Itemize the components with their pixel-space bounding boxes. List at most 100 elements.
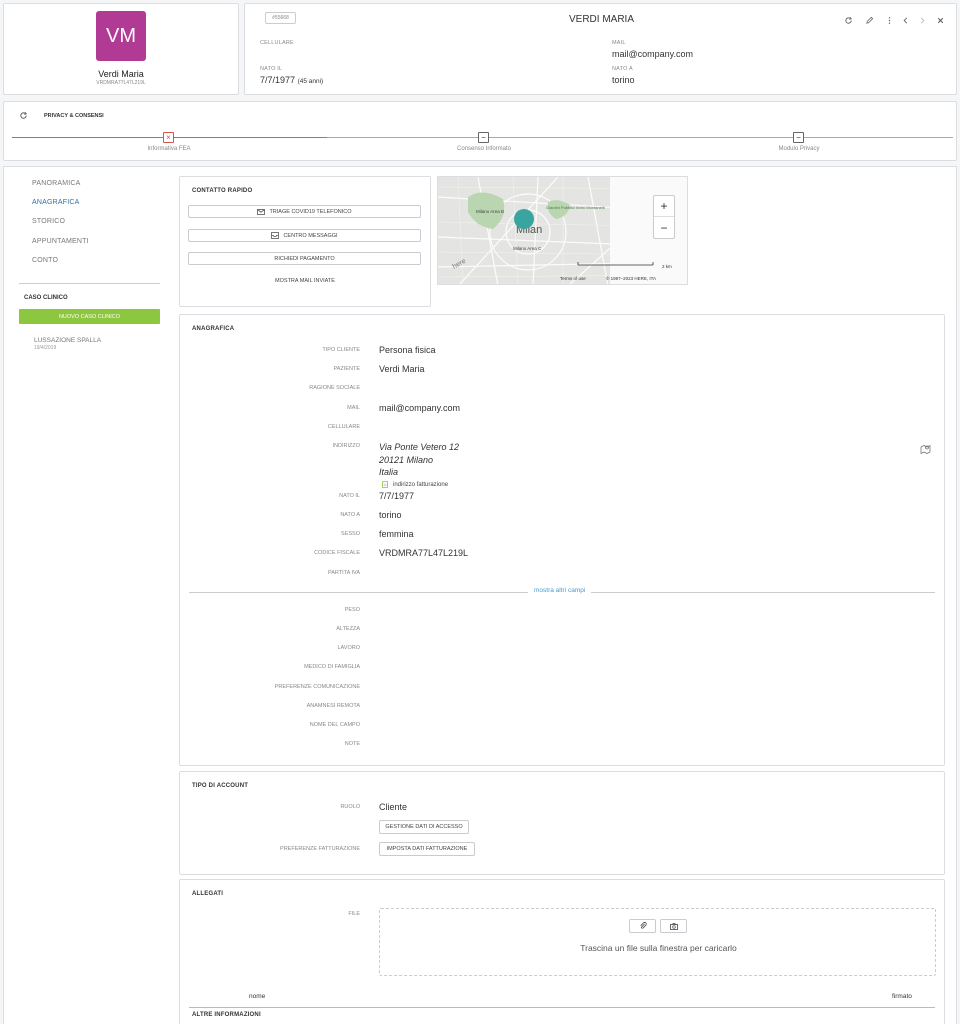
mail-icon (257, 208, 266, 215)
map-area-b: Milano Area B (476, 209, 504, 214)
address-line: Via Ponte Vetero 12 (379, 442, 460, 452)
caso-clinico-title: CASO CLINICO (24, 295, 68, 301)
attach-file-button[interactable] (629, 919, 656, 933)
document-icon (382, 481, 388, 489)
paperclip-icon (639, 922, 647, 929)
row-label: INDIRIZZO (332, 443, 361, 449)
row-value: 7/7/1977 (379, 491, 415, 501)
sidebar-item-appuntamenti[interactable]: APPUNTAMENTI (32, 238, 89, 245)
table-header-divider (189, 1007, 935, 1008)
zoom-control: + − (653, 195, 675, 239)
map-location-icon[interactable] (920, 443, 932, 455)
row-label: PREFERENZE COMUNICAZIONE (274, 684, 360, 690)
patient-name: Verdi Maria (98, 69, 144, 79)
close-icon[interactable] (935, 15, 945, 25)
column-name-header[interactable]: nome (249, 993, 265, 1000)
quick-contact-card: CONTATTO RAPIDO TRIAGE COVID19 TELEFONIC… (179, 176, 431, 307)
column-signed-header[interactable]: firmato (892, 993, 912, 1000)
ruolo-value: Cliente (379, 802, 408, 812)
row-label: MEDICO DI FAMIGLIA (304, 664, 360, 670)
message-center-label: CENTRO MESSAGGI (283, 232, 338, 239)
quick-contact-title: CONTATTO RAPIDO (192, 188, 253, 194)
address-block: Via Ponte Vetero 12 20121 Milano Italia … (379, 441, 459, 491)
new-case-button[interactable]: NUOVO CASO CLINICO (19, 309, 160, 324)
map-marker[interactable] (514, 209, 534, 229)
message-center-button[interactable]: CENTRO MESSAGGI (188, 229, 421, 242)
file-label: FILE (348, 911, 360, 917)
row-label: PESO (344, 607, 360, 613)
row-value: Persona fisica (379, 345, 436, 355)
step-label: Informativa FEA (147, 146, 191, 152)
account-title: TIPO DI ACCOUNT (192, 783, 249, 789)
file-drop-zone[interactable]: Trascina un file sulla finestra per cari… (379, 908, 936, 976)
more-icon[interactable] (884, 15, 894, 25)
cellulare-label: CELLULARE (260, 40, 294, 46)
ruolo-label: RUOLO (340, 804, 360, 810)
billing-pref-label: PREFERENZE FATTURAZIONE (280, 846, 360, 852)
zoom-out-button[interactable]: − (654, 217, 674, 238)
row-label: ANAMNESI REMOTA (306, 703, 360, 709)
map-widget[interactable]: Milano Area B Giardini Pubblici Indro Mo… (437, 176, 688, 285)
patient-card: VM Verdi Maria VRDMRA77L47L219L (3, 3, 239, 95)
row-label: MAIL (347, 405, 360, 411)
sidebar-item-conto[interactable]: CONTO (32, 257, 58, 264)
attachments-title: ALLEGATI (192, 891, 224, 897)
patient-code: VRDMRA77L47L219L (96, 80, 146, 86)
payment-request-button[interactable]: RICHIEDI PAGAMENTO (188, 252, 421, 265)
triage-label: TRIAGE COVID19 TELEFONICO (269, 208, 352, 215)
triage-button[interactable]: TRIAGE COVID19 TELEFONICO (188, 205, 421, 218)
row-label: CODICE FISCALE (314, 550, 360, 556)
map-canvas[interactable]: Milano Area B Giardini Pubblici Indro Mo… (438, 177, 688, 285)
row-label: RAGIONE SOCIALE (309, 385, 360, 391)
step-error-icon[interactable]: × (163, 132, 174, 143)
prev-icon[interactable] (900, 15, 910, 25)
sidebar-divider (19, 283, 160, 284)
sidebar-item-anagrafica[interactable]: ANAGRAFICA (32, 199, 80, 206)
row-value: femmina (379, 529, 414, 539)
mail-label: MAIL (612, 40, 626, 46)
anagrafica-card: ANAGRAFICA TIPO CLIENTE Persona fisica P… (179, 314, 945, 766)
row-label: PARTITA IVA (328, 570, 360, 576)
case-item-date: 19/4/2019 (34, 345, 57, 351)
map-terms-link[interactable]: Terms of use (560, 276, 586, 281)
zoom-in-button[interactable]: + (654, 196, 674, 217)
more-fields-link[interactable]: mostra altri campi (528, 587, 592, 594)
camera-button[interactable] (660, 919, 687, 933)
map-park-label: Giardini Pubblici Indro Montanelli (546, 205, 605, 210)
row-label: NOTE (344, 741, 360, 747)
step-pending-icon[interactable]: − (478, 132, 489, 143)
next-icon[interactable] (917, 15, 927, 25)
birth-date: 7/7/1977 (260, 75, 296, 85)
case-item[interactable]: LUSSAZIONE SPALLA 19/4/2019 (34, 337, 101, 351)
address-line: 20121 Milano (379, 454, 434, 465)
main-panel: PANORAMICA ANAGRAFICA STORICO APPUNTAMEN… (3, 166, 957, 1024)
inbox-icon (271, 232, 280, 239)
sidebar-item-storico[interactable]: STORICO (32, 218, 65, 225)
patient-header-card: #55668 VERDI MARIA CELLULARE MAIL mail@c… (244, 3, 957, 95)
sidebar-item-panoramica[interactable]: PANORAMICA (32, 180, 81, 187)
step-pending-icon[interactable]: − (793, 132, 804, 143)
row-label: TIPO CLIENTE (322, 347, 360, 353)
billing-data-button[interactable]: IMPOSTA DATI FATTURAZIONE (379, 842, 475, 856)
anagrafica-title: ANAGRAFICA (192, 326, 235, 332)
row-label: LAVORO (337, 645, 360, 651)
case-item-title: LUSSAZIONE SPALLA (34, 337, 102, 344)
row-label: ALTEZZA (336, 626, 360, 632)
privacy-title: PRIVACY & CONSENSI (44, 113, 104, 119)
step-label: Consenso Informato (456, 146, 512, 152)
access-data-button[interactable]: GESTIONE DATI DI ACCESSO (379, 820, 469, 834)
refresh-icon[interactable] (843, 15, 853, 25)
row-label: NATO IL (339, 493, 360, 499)
map-copyright: © 1987–2023 HERE, ITA (606, 275, 656, 281)
row-label: NOME DEL CAMPO (309, 722, 360, 728)
show-mail-link[interactable]: MOSTRA MAIL INVIATE (180, 278, 430, 284)
mail-value[interactable]: mail@company.com (612, 49, 693, 59)
row-value[interactable]: mail@company.com (379, 403, 460, 413)
address-line: Italia (379, 467, 399, 477)
progress-line-pending (327, 137, 953, 138)
camera-icon (669, 922, 678, 930)
edit-icon[interactable] (864, 15, 874, 25)
row-value: Verdi Maria (379, 364, 425, 374)
privacy-refresh-icon[interactable] (19, 111, 29, 121)
row-value: torino (379, 510, 402, 520)
